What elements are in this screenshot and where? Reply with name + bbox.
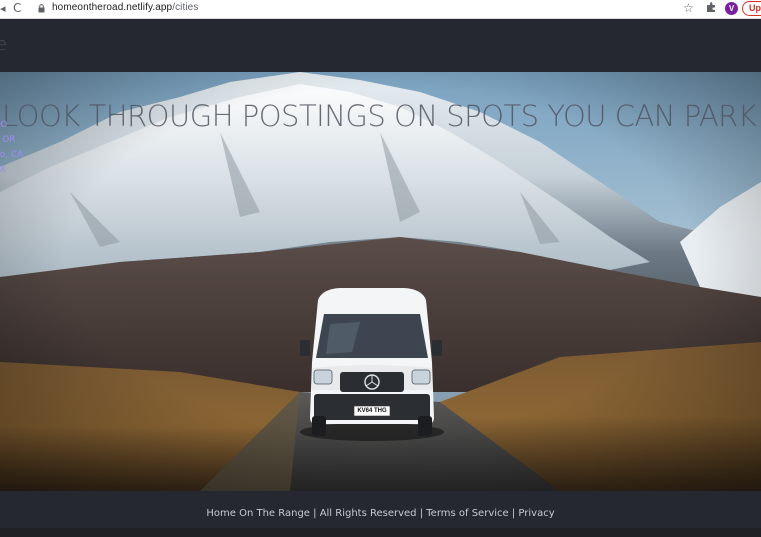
footer-separator: | (309, 508, 320, 519)
site-footer: Home On The Range | All Rights Reserved … (0, 491, 761, 528)
footer-rights: All Rights Reserved (319, 508, 417, 519)
lock-icon (38, 4, 45, 13)
city-link[interactable]: CO (0, 118, 23, 133)
url-host: homeontheroad.netlify.app (52, 2, 173, 13)
update-button[interactable]: Up (742, 1, 761, 16)
page-title: LOOK THROUGH POSTINGS ON SPOTS YOU CAN P… (2, 99, 761, 134)
address-bar[interactable]: homeontheroad.netlify.app/cities (52, 2, 198, 13)
reload-icon[interactable]: C (13, 1, 21, 15)
city-link[interactable]: l, OR (0, 133, 23, 148)
profile-avatar[interactable]: V (725, 2, 738, 15)
city-link[interactable]: TX (0, 163, 23, 178)
city-link[interactable]: go, CA (0, 148, 23, 163)
hero-section: KV64 THG LOOK THROUGH POSTINGS ON SPOTS … (0, 72, 761, 491)
footer-privacy-link[interactable]: Privacy (518, 508, 554, 519)
back-icon[interactable]: ◂ (0, 2, 6, 15)
city-list: CO l, OR go, CA TX (0, 118, 23, 178)
url-path: /cities (172, 2, 199, 13)
footer-separator: | (416, 508, 427, 519)
site-navbar: e (0, 19, 761, 72)
footer-terms-link[interactable]: Terms of Service (426, 508, 508, 519)
star-icon[interactable]: ☆ (683, 1, 694, 15)
van-image (300, 288, 444, 441)
hero-background-image (0, 72, 761, 491)
footer-site-name: Home On The Range (206, 508, 310, 519)
license-plate: KV64 THG (357, 408, 387, 414)
browser-toolbar: ◂ C homeontheroad.netlify.app/cities ☆ V… (0, 0, 761, 19)
brand-logo[interactable]: e (0, 34, 7, 55)
extensions-icon[interactable] (706, 2, 717, 13)
footer-separator: | (508, 508, 519, 519)
